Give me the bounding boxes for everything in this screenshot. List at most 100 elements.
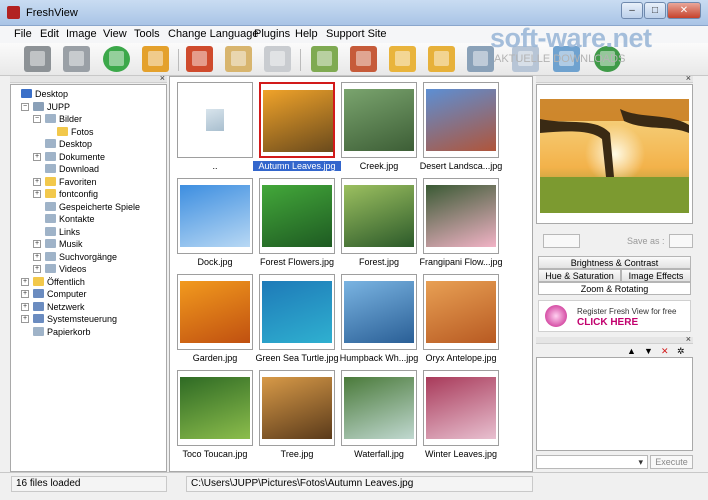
printer-icon[interactable] <box>24 46 51 72</box>
thumbnail-label: Forest.jpg <box>358 257 400 267</box>
expand-icon[interactable]: + <box>33 265 41 273</box>
execute-button[interactable]: Execute <box>650 455 693 469</box>
tree-item[interactable]: + fontconfig <box>33 188 98 200</box>
move-up-icon[interactable]: ▲ <box>627 346 636 356</box>
menu-image[interactable]: Image <box>66 28 97 40</box>
thumbnail-frame <box>341 82 417 158</box>
delete-icon[interactable]: ✕ <box>661 346 669 357</box>
menu-support-site[interactable]: Support Site <box>326 28 387 40</box>
action-dropdown[interactable]: ▾ <box>536 455 648 469</box>
register-banner[interactable]: Register Fresh View for free CLICK HERE <box>538 300 691 332</box>
thumbnail[interactable]: .. <box>175 80 255 175</box>
thumbnail[interactable]: Forest.jpg <box>339 176 419 271</box>
scanner-icon[interactable] <box>63 46 90 72</box>
paste-icon[interactable] <box>225 46 252 72</box>
slideshow-icon[interactable] <box>350 46 377 72</box>
tree-item[interactable]: Gespeicherte Spiele <box>45 201 140 213</box>
collapse-icon[interactable]: − <box>21 102 29 111</box>
tree-item[interactable]: Papierkorb <box>33 326 91 338</box>
tree-item-label: Netzwerk <box>47 301 85 312</box>
thumbnail[interactable]: Garden.jpg <box>175 272 255 367</box>
tab-hue-saturation[interactable]: Hue & Saturation <box>538 269 621 282</box>
folder-icon <box>57 126 68 136</box>
thumbnail-label: Frangipani Flow...jpg <box>419 257 503 267</box>
thumbnail[interactable]: Oryx Antelope.jpg <box>421 272 501 367</box>
menu-change-language[interactable]: Change Language <box>168 28 259 40</box>
tree-item[interactable]: + Dokumente <box>33 151 105 163</box>
tab-zoom-rotating[interactable]: Zoom & Rotating <box>538 282 691 295</box>
thumbnail[interactable]: Winter Leaves.jpg <box>421 368 501 463</box>
maximize-button[interactable]: □ <box>644 2 666 19</box>
collapse-icon[interactable]: − <box>33 115 41 123</box>
thumbnail-image <box>426 377 496 439</box>
expand-icon[interactable]: + <box>33 240 41 248</box>
tree-item[interactable]: Download <box>45 163 99 175</box>
tree-item[interactable]: + Öffentlich <box>21 276 85 288</box>
cut-icon[interactable] <box>186 46 213 72</box>
expand-icon[interactable]: + <box>33 152 41 161</box>
tree-item[interactable]: Links <box>45 226 80 238</box>
tab-brightness-contrast[interactable]: Brightness & Contrast <box>538 256 691 269</box>
expand-icon[interactable]: + <box>21 315 29 323</box>
tree-item[interactable]: Kontakte <box>45 213 95 225</box>
folder-icon <box>45 114 56 123</box>
thumbnail[interactable]: Dock.jpg <box>175 176 255 271</box>
home-icon[interactable] <box>142 46 169 72</box>
folder-move-icon[interactable] <box>428 46 455 72</box>
expand-icon[interactable]: + <box>33 252 41 261</box>
thumbnail-frame <box>177 82 253 158</box>
thumbnail[interactable]: Tree.jpg <box>257 368 337 463</box>
tree-item[interactable]: + Systemsteuerung <box>21 313 117 325</box>
tree-item[interactable]: Desktop <box>45 138 92 150</box>
preview-size-field[interactable] <box>543 234 580 248</box>
tree-item[interactable]: + Videos <box>33 263 86 275</box>
expand-icon[interactable]: + <box>33 190 41 198</box>
tree-item[interactable]: + Favoriten <box>33 176 97 188</box>
tree-item[interactable]: − JUPP <box>21 101 70 113</box>
action-list[interactable] <box>536 357 693 451</box>
flower-icon <box>545 305 567 327</box>
settings-icon[interactable]: ✲ <box>677 346 685 357</box>
menu-plugins[interactable]: Plugins <box>254 28 290 40</box>
thumbnail[interactable]: Toco Toucan.jpg <box>175 368 255 463</box>
close-icon[interactable]: × <box>160 73 165 83</box>
menu-tools[interactable]: Tools <box>134 28 160 40</box>
tree-item[interactable]: Fotos <box>57 126 94 138</box>
thumbnail[interactable]: Waterfall.jpg <box>339 368 419 463</box>
menu-help[interactable]: Help <box>295 28 318 40</box>
expand-icon[interactable]: + <box>21 277 29 286</box>
thumbnail[interactable]: Humpback Wh...jpg <box>339 272 419 367</box>
thumbnail[interactable]: Creek.jpg <box>339 80 419 175</box>
thumbnail[interactable]: Green Sea Turtle.jpg <box>255 272 339 367</box>
folder-icon <box>45 189 56 198</box>
tree-item[interactable]: − Bilder <box>33 113 82 125</box>
tab-image-effects[interactable]: Image Effects <box>621 269 691 282</box>
expand-icon[interactable]: + <box>21 302 29 311</box>
image-view-icon[interactable] <box>311 46 338 72</box>
expand-icon[interactable]: + <box>21 290 29 298</box>
tree-item[interactable]: + Suchvorgänge <box>33 251 117 263</box>
folder-icon <box>33 314 44 323</box>
tree-item[interactable]: + Computer <box>21 288 87 300</box>
expand-icon[interactable]: + <box>33 177 41 186</box>
close-icon[interactable]: × <box>686 73 691 83</box>
menu-file[interactable]: File <box>14 28 32 40</box>
thumbnail[interactable]: Forest Flowers.jpg <box>257 176 337 271</box>
refresh-icon[interactable] <box>103 46 130 72</box>
thumbnail[interactable]: Desert Landsca...jpg <box>420 80 502 175</box>
close-button[interactable]: ✕ <box>667 2 701 19</box>
tree-item[interactable]: + Musik <box>33 238 83 250</box>
close-icon[interactable]: × <box>686 334 691 344</box>
tree-item[interactable]: Desktop <box>21 88 68 100</box>
tree-item[interactable]: + Netzwerk <box>21 301 85 313</box>
move-down-icon[interactable]: ▼ <box>644 346 653 356</box>
copy-icon[interactable] <box>264 46 291 72</box>
folder-image-icon[interactable] <box>389 46 416 72</box>
minimize-button[interactable]: – <box>621 2 643 19</box>
save-as-button[interactable] <box>669 234 693 248</box>
thumbnail[interactable]: Autumn Leaves.jpg <box>253 80 341 175</box>
menu-view[interactable]: View <box>103 28 127 40</box>
thumbnail-label: Forest Flowers.jpg <box>259 257 335 267</box>
menu-edit[interactable]: Edit <box>40 28 59 40</box>
thumbnail[interactable]: Frangipani Flow...jpg <box>419 176 503 271</box>
